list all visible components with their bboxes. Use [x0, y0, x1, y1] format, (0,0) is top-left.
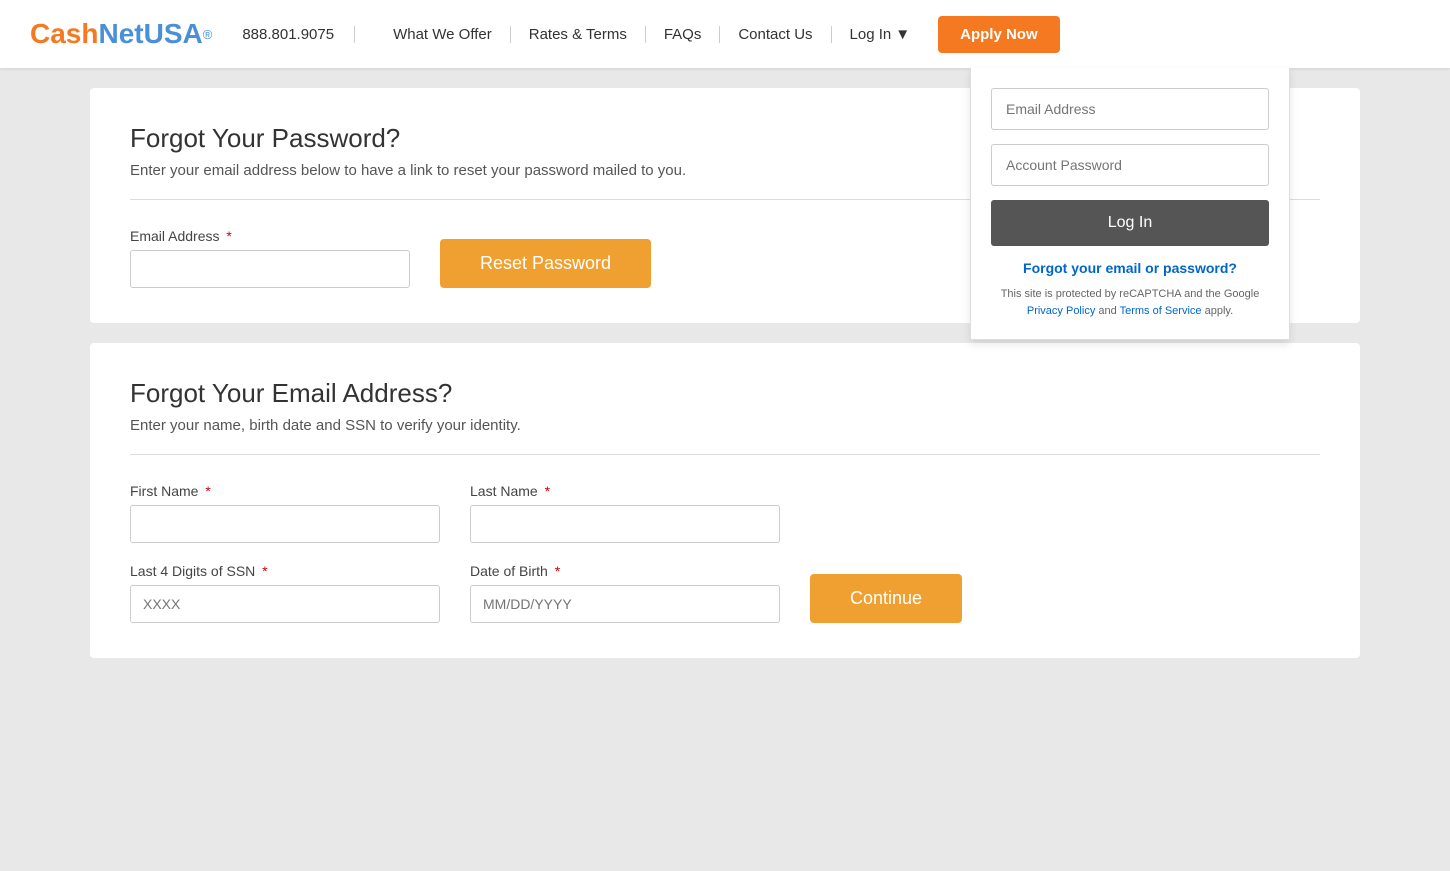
first-name-input[interactable]: [130, 505, 440, 543]
logo[interactable]: Cash Net USA ®: [30, 18, 212, 50]
forgot-password-email-input[interactable]: [130, 250, 410, 288]
terms-of-service-link[interactable]: Terms of Service: [1120, 305, 1202, 317]
dob-group: Date of Birth *: [470, 563, 780, 623]
nav-contact-us[interactable]: Contact Us: [720, 26, 831, 43]
reset-password-button[interactable]: Reset Password: [440, 239, 651, 288]
forgot-email-title: Forgot Your Email Address?: [130, 378, 1320, 409]
login-dropdown-panel: Log In Forgot your email or password? Th…: [970, 68, 1290, 340]
recaptcha-notice: This site is protected by reCAPTCHA and …: [991, 286, 1269, 319]
forgot-email-subtitle: Enter your name, birth date and SSN to v…: [130, 417, 1320, 434]
dob-label: Date of Birth *: [470, 563, 780, 579]
last-name-label: Last Name *: [470, 483, 780, 499]
required-star: *: [226, 228, 231, 244]
forgot-email-card: Forgot Your Email Address? Enter your na…: [90, 343, 1360, 658]
login-label: Log In: [850, 26, 892, 43]
ssn-dob-row: Last 4 Digits of SSN * Date of Birth * C…: [130, 563, 1320, 623]
phone-number: 888.801.9075: [242, 26, 355, 43]
continue-button[interactable]: Continue: [810, 574, 962, 623]
recaptcha-text: This site is protected by reCAPTCHA and …: [1001, 288, 1260, 300]
divider2: [130, 454, 1320, 455]
ssn-input[interactable]: [130, 585, 440, 623]
and-text: and: [1098, 305, 1119, 317]
name-row: First Name * Last Name *: [130, 483, 1320, 543]
forgot-email-or-password-link[interactable]: Forgot your email or password?: [991, 260, 1269, 276]
required-star-ln: *: [545, 483, 550, 499]
apply-now-button[interactable]: Apply Now: [938, 16, 1060, 53]
last-name-group: Last Name *: [470, 483, 780, 543]
dropdown-email-input[interactable]: [991, 88, 1269, 130]
nav-rates-terms[interactable]: Rates & Terms: [511, 26, 646, 43]
required-star-ssn: *: [262, 563, 267, 579]
login-button[interactable]: Log In: [991, 200, 1269, 246]
header: Cash Net USA ® 888.801.9075 What We Offe…: [0, 0, 1450, 68]
email-label: Email Address *: [130, 228, 410, 244]
privacy-policy-link[interactable]: Privacy Policy: [1027, 305, 1095, 317]
nav-what-we-offer[interactable]: What We Offer: [375, 26, 511, 43]
email-form-group: Email Address *: [130, 228, 410, 288]
required-star-dob: *: [555, 563, 560, 579]
first-name-group: First Name *: [130, 483, 440, 543]
logo-net: Net: [98, 18, 143, 50]
logo-reg: ®: [203, 27, 213, 42]
ssn-group: Last 4 Digits of SSN *: [130, 563, 440, 623]
first-name-label: First Name *: [130, 483, 440, 499]
main-nav: 888.801.9075 What We Offer Rates & Terms…: [242, 16, 1420, 53]
login-dropdown-trigger[interactable]: Log In ▼: [832, 26, 929, 43]
nav-faqs[interactable]: FAQs: [646, 26, 721, 43]
dob-input[interactable]: [470, 585, 780, 623]
required-star-fn: *: [205, 483, 210, 499]
logo-usa: USA: [144, 18, 203, 50]
logo-cash: Cash: [30, 18, 98, 50]
ssn-label: Last 4 Digits of SSN *: [130, 563, 440, 579]
last-name-input[interactable]: [470, 505, 780, 543]
dropdown-password-input[interactable]: [991, 144, 1269, 186]
apply-text: apply.: [1205, 305, 1234, 317]
chevron-down-icon: ▼: [895, 26, 910, 43]
